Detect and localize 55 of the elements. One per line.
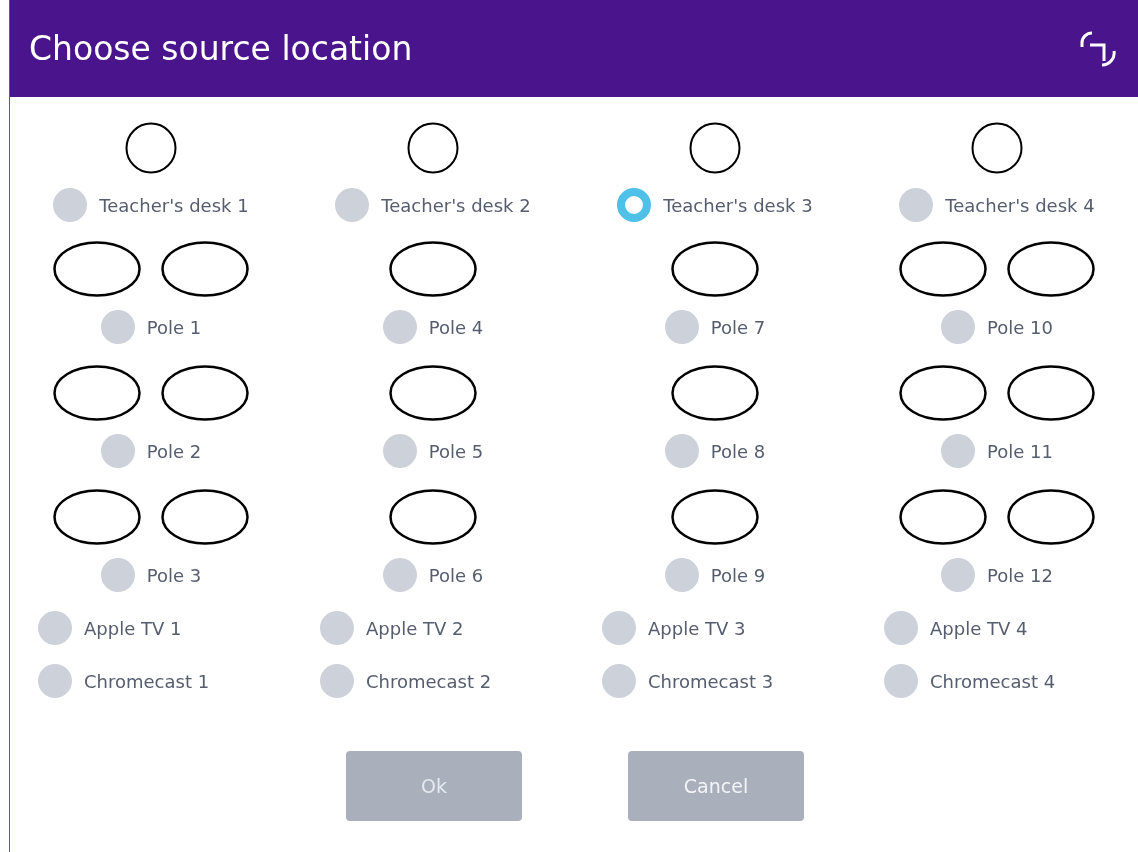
radio-button[interactable] — [38, 664, 72, 698]
option-label: Pole 9 — [710, 564, 766, 586]
option-label: Pole 4 — [428, 316, 484, 338]
option-label: Pole 8 — [710, 440, 766, 462]
radio-button[interactable] — [100, 434, 135, 468]
radio-button[interactable] — [602, 611, 636, 645]
window-title: Choose source location — [29, 29, 413, 68]
radio-button[interactable] — [664, 558, 699, 592]
option-label: Chromecast 4 — [930, 670, 1056, 692]
option-label: Teacher's desk 3 — [663, 194, 813, 216]
option-label: Pole 10 — [987, 316, 1053, 338]
radio-button[interactable] — [335, 188, 370, 222]
radio-button[interactable] — [53, 188, 88, 222]
radio-button[interactable] — [617, 188, 652, 222]
option-label: Apple TV 3 — [648, 617, 746, 639]
radio-button[interactable] — [884, 664, 918, 698]
radio-button[interactable] — [941, 310, 976, 344]
desk-circle — [407, 122, 459, 174]
option-label: Pole 6 — [428, 564, 484, 586]
radio-button[interactable] — [38, 611, 72, 645]
desk-circle — [125, 122, 177, 174]
radio-button[interactable] — [602, 664, 636, 698]
radio-button[interactable] — [100, 310, 135, 344]
option-label: Teacher's desk 4 — [945, 194, 1095, 216]
radio-button[interactable] — [382, 434, 417, 468]
option-label: Pole 2 — [146, 440, 202, 462]
radio-button[interactable] — [382, 558, 417, 592]
option-label: Pole 11 — [987, 440, 1053, 462]
option-label: Apple TV 4 — [930, 617, 1028, 639]
radio-button[interactable] — [664, 434, 699, 468]
option-label: Teacher's desk 1 — [99, 194, 249, 216]
option-label: Chromecast 2 — [366, 670, 492, 692]
option-label: Chromecast 1 — [84, 670, 210, 692]
radio-button[interactable] — [320, 664, 354, 698]
desk-circle — [689, 122, 741, 174]
radio-button[interactable] — [664, 310, 699, 344]
cancel-button[interactable]: Cancel — [628, 751, 804, 821]
option-label: Chromecast 3 — [648, 670, 774, 692]
radio-button[interactable] — [884, 611, 918, 645]
option-label: Apple TV 2 — [366, 617, 464, 639]
option-label: Apple TV 1 — [84, 617, 182, 639]
logo-icon — [1080, 30, 1116, 67]
radio-button[interactable] — [100, 558, 135, 592]
desk-circle — [971, 122, 1023, 174]
option-label: Pole 1 — [146, 316, 202, 338]
option-label: Pole 7 — [710, 316, 766, 338]
radio-button[interactable] — [382, 310, 417, 344]
radio-button[interactable] — [899, 188, 934, 222]
option-label: Pole 12 — [987, 564, 1053, 586]
radio-button[interactable] — [320, 611, 354, 645]
option-label: Pole 5 — [428, 440, 484, 462]
option-label: Teacher's desk 2 — [381, 194, 531, 216]
radio-button[interactable] — [941, 558, 976, 592]
radio-button[interactable] — [941, 434, 976, 468]
option-label: Pole 3 — [146, 564, 202, 586]
